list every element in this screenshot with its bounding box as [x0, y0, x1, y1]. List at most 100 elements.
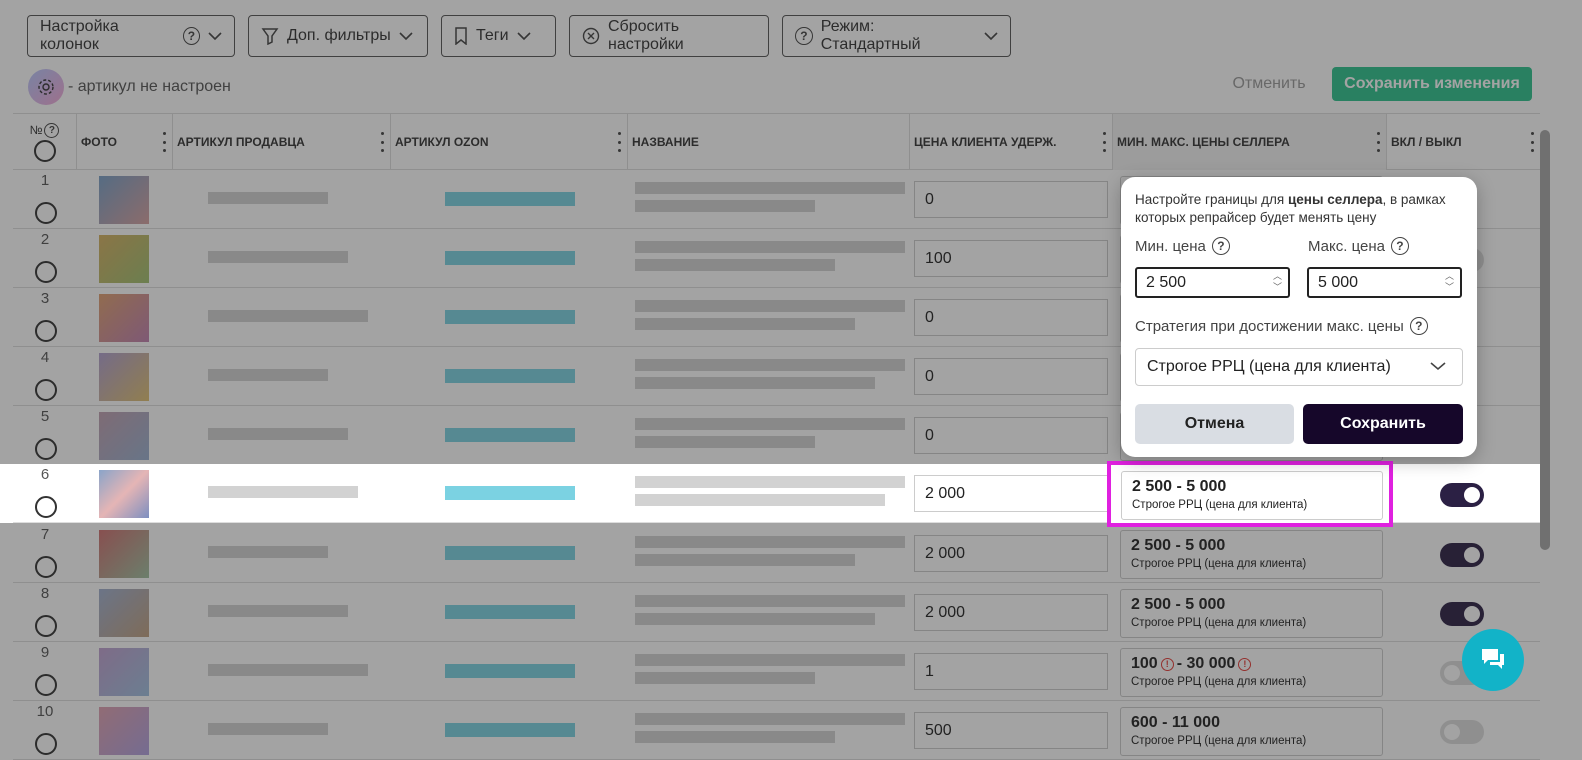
- stepper-icon[interactable]: ︿ ﹀: [1273, 271, 1282, 293]
- client-price-input[interactable]: 2 000: [914, 535, 1108, 572]
- close-circle-icon: [582, 27, 600, 45]
- ozon-sku-link[interactable]: [445, 723, 575, 737]
- extra-filters-button[interactable]: Доп. фильтры: [248, 15, 428, 57]
- client-price-input[interactable]: 100: [914, 240, 1108, 277]
- save-changes-button[interactable]: Сохранить изменения: [1332, 67, 1532, 101]
- help-icon[interactable]: ?: [1211, 237, 1230, 255]
- client-price-input[interactable]: 0: [914, 358, 1108, 395]
- table-row[interactable]: 8 2 000 2 500 - 5 000 Строгое РРЦ (цена для…: [13, 583, 1540, 642]
- header-ozon-sku-label: АРТИКУЛ OZON: [395, 135, 489, 149]
- header-ozon-sku[interactable]: АРТИКУЛ OZON: [391, 114, 628, 170]
- row-select-radio[interactable]: [35, 556, 57, 578]
- header-client-price[interactable]: ЦЕНА КЛИЕНТА УДЕРЖ.: [910, 114, 1113, 170]
- client-price-input[interactable]: 0: [914, 181, 1108, 218]
- seller-price-range-text: 2 500 - 5 000: [1131, 537, 1226, 554]
- header-no[interactable]: №?: [13, 114, 77, 170]
- column-menu-icon[interactable]: [1376, 132, 1380, 152]
- product-name: [635, 476, 905, 488]
- seller-price-cell-highlight[interactable]: 2 500 - 5 000 Строгое РРЦ (цена для клие…: [1107, 461, 1393, 527]
- seller-sku-value: [208, 546, 328, 558]
- popup-title-bold: цены селлера: [1287, 192, 1383, 207]
- seller-price-cell[interactable]: 600 - 11 000 Строгое РРЦ (цена для клиент…: [1120, 707, 1383, 756]
- chevron-down-icon: [516, 32, 531, 41]
- enable-toggle[interactable]: [1440, 543, 1484, 567]
- ozon-sku-link[interactable]: [445, 486, 575, 500]
- header-toggle[interactable]: ВКЛ / ВЫКЛ: [1387, 114, 1540, 170]
- row-select-radio[interactable]: [35, 674, 57, 696]
- client-price-input[interactable]: 500: [914, 712, 1108, 749]
- strategy-select-value: Строгое РРЦ (цена для клиента): [1147, 358, 1391, 375]
- reset-settings-button[interactable]: Сбросить настройки: [569, 15, 769, 57]
- max-price-input[interactable]: 5 000 ︿ ﹀: [1307, 267, 1462, 298]
- table-row[interactable]: 10 500 600 - 11 000 Строгое РРЦ (цена для к…: [13, 701, 1540, 760]
- client-price-input[interactable]: 0: [914, 417, 1108, 454]
- ozon-sku-link[interactable]: [445, 605, 575, 619]
- row-select-radio[interactable]: [35, 261, 57, 283]
- row-select-radio[interactable]: [35, 496, 57, 518]
- mode-select[interactable]: ? Режим: Стандартный: [782, 15, 1011, 57]
- min-price-value: 2 500: [1146, 273, 1187, 291]
- client-price-input[interactable]: 2 000: [914, 594, 1108, 631]
- chevron-down-icon: [399, 32, 413, 41]
- help-icon[interactable]: ?: [1390, 237, 1409, 255]
- ozon-sku-link[interactable]: [445, 546, 575, 560]
- seller-price-cell[interactable]: 2 500 - 5 000 Строгое РРЦ (цена для клие…: [1121, 471, 1383, 520]
- column-menu-icon[interactable]: [380, 132, 384, 152]
- table-row[interactable]: 7 2 000 2 500 - 5 000 Строгое РРЦ (цена для…: [13, 524, 1540, 583]
- enable-toggle[interactable]: [1440, 483, 1484, 507]
- header-seller-minmax[interactable]: МИН. МАКС. ЦЕНЫ СЕЛЛЕРА: [1113, 114, 1387, 170]
- table-row[interactable]: 9 1 100! - 30 000! Строгое РРЦ (цена для кли…: [13, 642, 1540, 701]
- ozon-sku-link[interactable]: [445, 369, 575, 383]
- chat-button[interactable]: [1462, 629, 1524, 691]
- row-select-radio[interactable]: [35, 615, 57, 637]
- row-number: 2: [40, 231, 50, 248]
- header-seller-sku[interactable]: АРТИКУЛ ПРОДАВЦА: [173, 114, 391, 170]
- cancel-changes-button[interactable]: Отменить: [1214, 67, 1324, 101]
- header-photo[interactable]: ФОТО: [77, 114, 173, 170]
- ozon-sku-link[interactable]: [445, 251, 575, 265]
- header-toggle-label: ВКЛ / ВЫКЛ: [1391, 135, 1462, 149]
- client-price-input[interactable]: 2 000: [914, 475, 1108, 512]
- popup-save-button[interactable]: Сохранить: [1303, 404, 1463, 444]
- row-select-radio[interactable]: [35, 202, 57, 224]
- help-icon[interactable]: ?: [1409, 317, 1428, 335]
- product-photo: [99, 412, 149, 460]
- row-number: 7: [40, 526, 50, 543]
- header-name[interactable]: НАЗВАНИЕ: [628, 114, 910, 170]
- column-menu-icon[interactable]: [617, 132, 621, 152]
- column-menu-icon[interactable]: [162, 132, 166, 152]
- enable-toggle[interactable]: [1440, 602, 1484, 626]
- row-select-radio[interactable]: [35, 733, 57, 755]
- select-all-radio[interactable]: [33, 139, 56, 162]
- ozon-sku-link[interactable]: [445, 664, 575, 678]
- warning-icon: !: [1160, 657, 1174, 671]
- column-menu-icon[interactable]: [1530, 132, 1534, 152]
- ozon-sku-link[interactable]: [445, 192, 575, 206]
- ozon-sku-link[interactable]: [445, 428, 575, 442]
- row-select-radio[interactable]: [35, 438, 57, 460]
- row-number: 4: [40, 349, 50, 366]
- stepper-icon[interactable]: ︿ ﹀: [1445, 271, 1454, 293]
- column-menu-icon[interactable]: [1102, 132, 1106, 152]
- enable-toggle[interactable]: [1440, 720, 1484, 744]
- vertical-scrollbar[interactable]: [1540, 130, 1550, 550]
- product-name: [635, 377, 875, 389]
- row-select-radio[interactable]: [35, 379, 57, 401]
- ozon-sku-link[interactable]: [445, 310, 575, 324]
- columns-settings-button[interactable]: Настройка колонок ?: [27, 15, 235, 57]
- min-price-input[interactable]: 2 500 ︿ ﹀: [1135, 267, 1290, 298]
- chevron-down-icon: [1430, 362, 1446, 371]
- tags-button[interactable]: Теги: [441, 15, 556, 57]
- product-name: [635, 731, 835, 743]
- max-price-value: 5 000: [1318, 273, 1359, 291]
- product-name: [635, 494, 885, 506]
- chat-icon: [1482, 649, 1504, 669]
- seller-price-cell[interactable]: 2 500 - 5 000 Строгое РРЦ (цена для клиен…: [1120, 530, 1383, 579]
- client-price-input[interactable]: 1: [914, 653, 1108, 690]
- seller-price-cell[interactable]: 100! - 30 000! Строгое РРЦ (цена для клиен…: [1120, 648, 1383, 697]
- client-price-input[interactable]: 0: [914, 299, 1108, 336]
- row-select-radio[interactable]: [35, 320, 57, 342]
- strategy-select[interactable]: Строгое РРЦ (цена для клиента): [1135, 348, 1463, 386]
- seller-price-cell[interactable]: 2 500 - 5 000 Строгое РРЦ (цена для клиен…: [1120, 589, 1383, 638]
- popup-cancel-button[interactable]: Отмена: [1135, 404, 1294, 444]
